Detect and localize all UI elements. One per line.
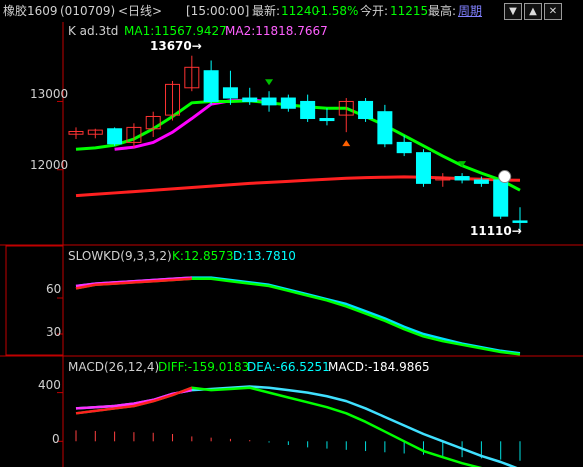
candle-body xyxy=(358,100,374,120)
buy-signal-icon xyxy=(342,140,351,147)
sell-signal-icon xyxy=(265,79,274,86)
kd-k-line xyxy=(75,277,521,356)
macd-diff-line xyxy=(75,386,483,467)
y-tick-13000: 13000 xyxy=(30,87,69,101)
candle-body xyxy=(222,87,238,99)
long-ma-line xyxy=(75,175,521,198)
candle-body xyxy=(493,179,509,217)
macd-diff-line-early xyxy=(75,386,193,415)
kd-y-tick-60: 60 xyxy=(46,282,62,296)
candle-body xyxy=(300,100,316,120)
ma2-line xyxy=(114,98,270,151)
candle-body xyxy=(107,128,123,145)
macd-dea-line xyxy=(75,385,518,467)
ma1-label: MA1:11567.9427 xyxy=(124,24,227,38)
candle-body xyxy=(396,141,412,154)
kd-d-line xyxy=(75,276,521,355)
candle-body xyxy=(261,97,277,106)
y-tick-12000: 12000 xyxy=(30,158,69,172)
candle-body xyxy=(512,220,528,223)
high-annotation: 13670→ xyxy=(150,39,202,53)
ma2-label: MA2:11818.7667 xyxy=(225,24,328,38)
candle-body xyxy=(319,118,335,122)
candle-body xyxy=(203,70,219,102)
face-icon xyxy=(498,170,512,184)
macd-y-tick-400: 400 xyxy=(38,378,61,392)
candle-body xyxy=(415,152,431,184)
kd-y-tick-30: 30 xyxy=(46,325,62,339)
main-title: K ad.3td xyxy=(68,24,119,38)
macd-dea-value: DEA:-66.5251 xyxy=(247,360,330,374)
candle-body xyxy=(473,179,489,184)
macd-title: MACD(26,12,4) xyxy=(68,360,160,374)
macd-value: MACD:-184.9865 xyxy=(328,360,430,374)
kd-k-value: K:12.8573 xyxy=(172,249,234,263)
candle-body xyxy=(454,176,470,181)
kd-title: SLOWKD(9,3,3,2) xyxy=(68,249,172,263)
macd-y-tick-0: 0 xyxy=(52,432,60,446)
low-annotation: 11110→ xyxy=(470,224,522,238)
candle-body xyxy=(242,97,258,102)
kd-d-value: D:13.7810 xyxy=(233,249,296,263)
macd-diff-value: DIFF:-159.0183 xyxy=(158,360,250,374)
candle-body xyxy=(280,97,296,109)
candle-body xyxy=(377,111,393,145)
